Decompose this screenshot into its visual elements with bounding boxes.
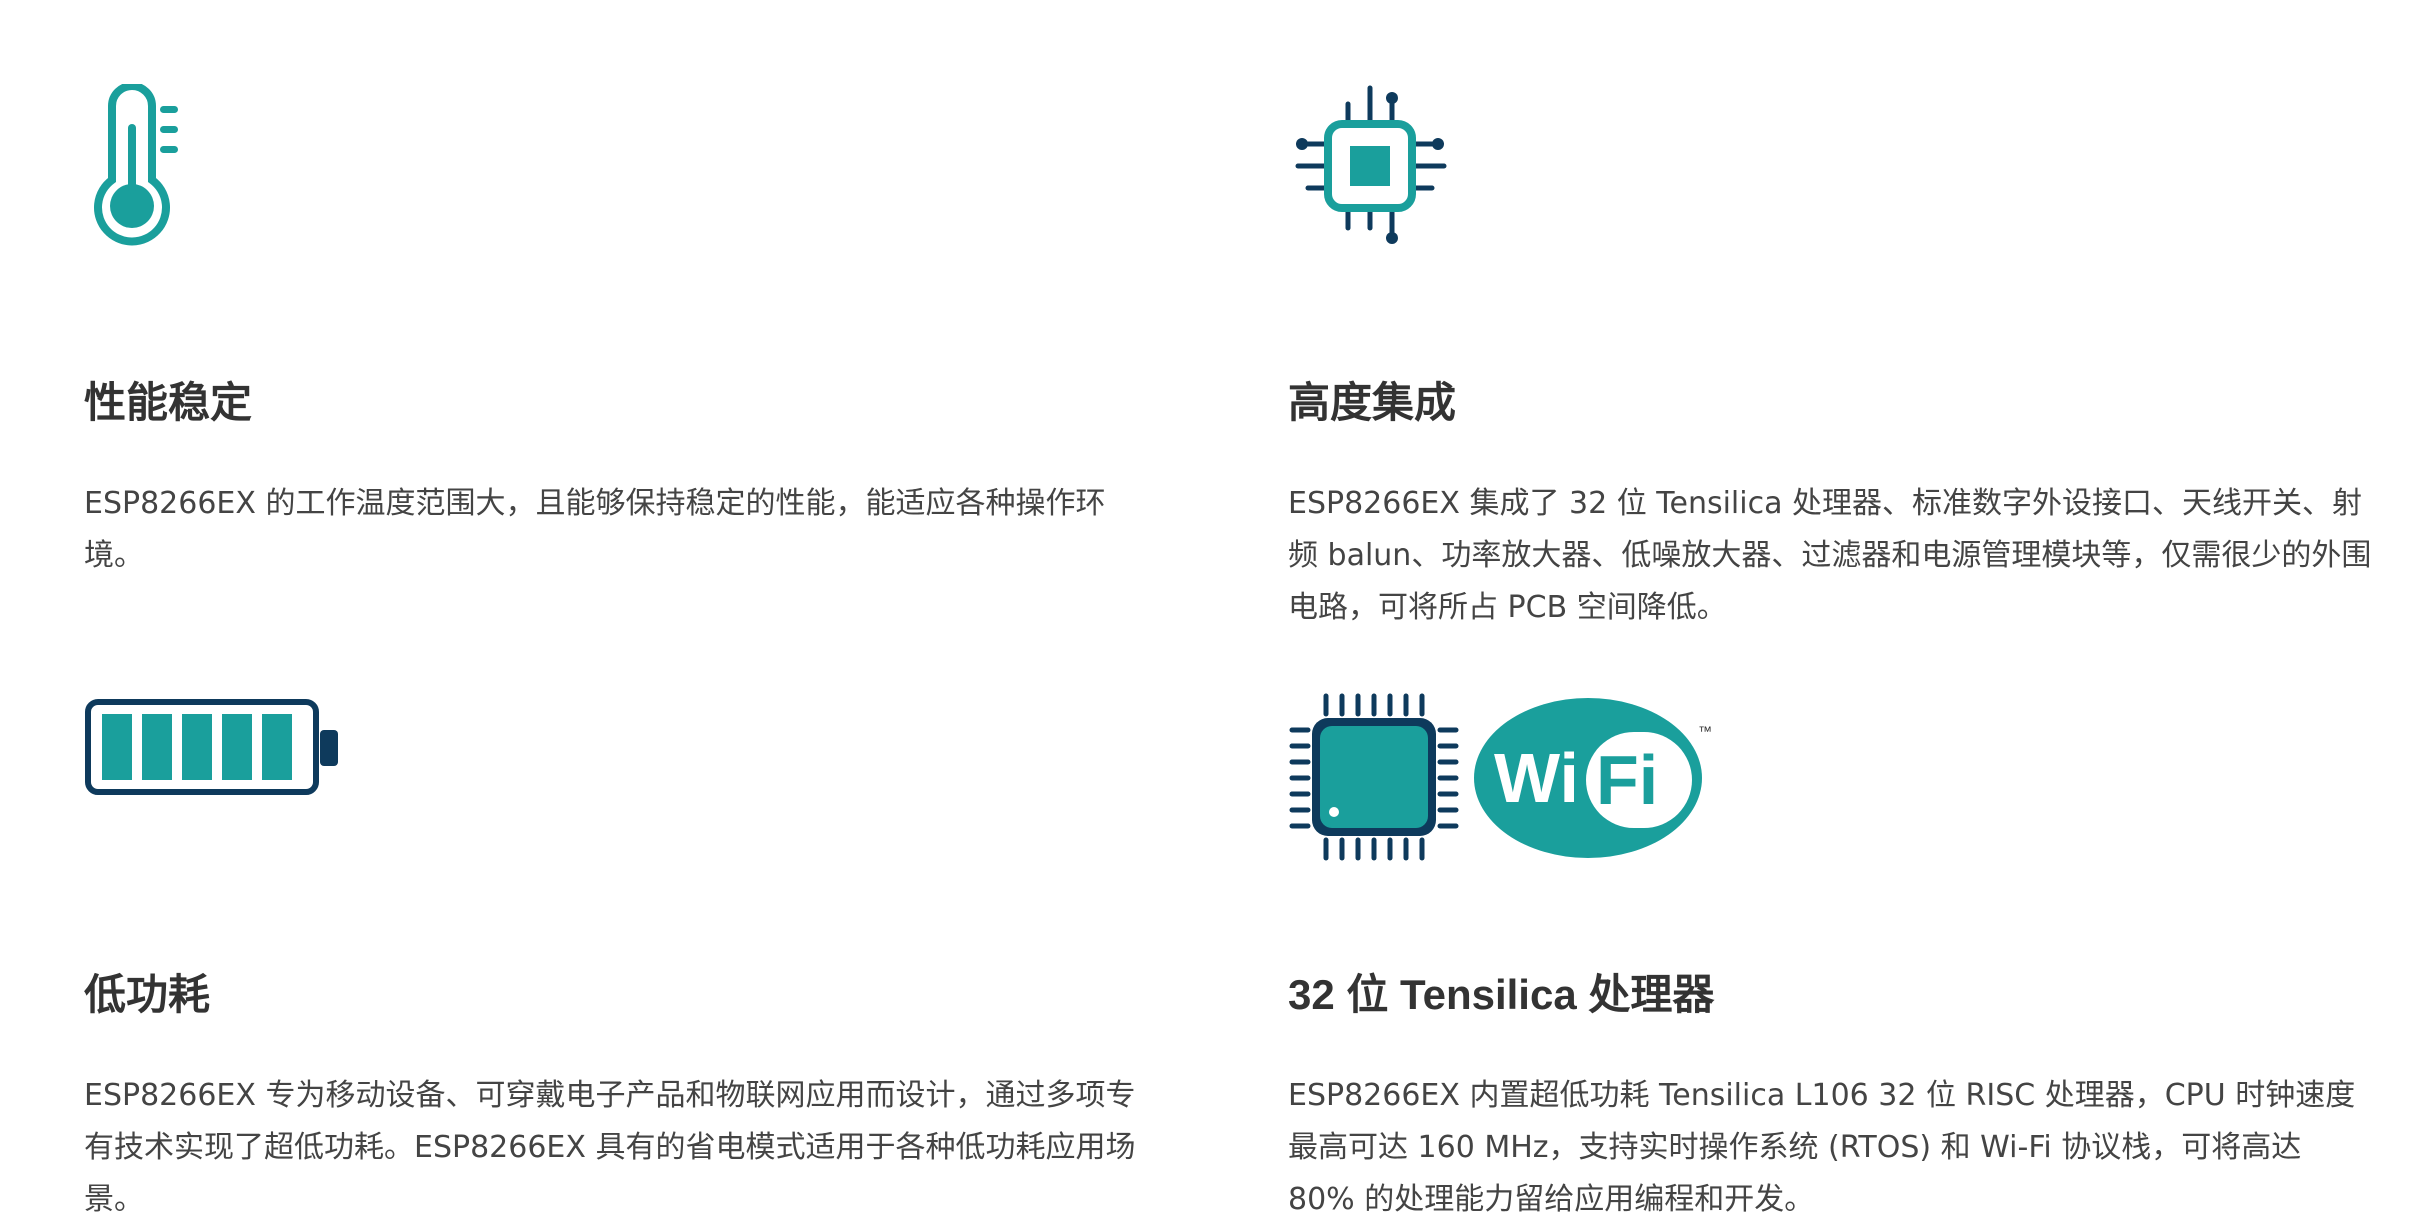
- feature-low-power: 低功耗 ESP8266EX 专为移动设备、可穿戴电子产品和物联网应用而设计，通过…: [84, 692, 1164, 1226]
- feature-title: 低功耗: [84, 971, 211, 1018]
- features-grid: 性能稳定 ESP8266EX 的工作温度范围大，且能够保持稳定的性能，能适应各种…: [0, 0, 2434, 1225]
- thermometer-icon: [84, 84, 1164, 254]
- processor-icon: [1289, 693, 1459, 861]
- feature-high-integration: 高度集成 ESP8266EX 集成了 32 位 Tensilica 处理器、标准…: [1288, 84, 2371, 634]
- feature-description: ESP8266EX 集成了 32 位 Tensilica 处理器、标准数字外设接…: [1288, 486, 2372, 626]
- processor-wifi-icon: Wi Fi ™: [1288, 692, 2368, 862]
- svg-text:Fi: Fi: [1596, 741, 1658, 819]
- feature-description: ESP8266EX 专为移动设备、可穿戴电子产品和物联网应用而设计，通过多项专有…: [84, 1078, 1136, 1218]
- battery-icon: [84, 692, 1164, 862]
- svg-text:Wi: Wi: [1494, 739, 1579, 817]
- wifi-logo: Wi Fi ™: [1474, 698, 1712, 858]
- chip-icon: [1288, 84, 2368, 254]
- feature-description: ESP8266EX 的工作温度范围大，且能够保持稳定的性能，能适应各种操作环境。: [84, 486, 1106, 574]
- feature-title: 性能稳定: [84, 379, 253, 426]
- feature-tensilica-processor: Wi Fi ™ 32 位 Tensilica 处理器 ESP8266EX 内置超…: [1288, 692, 2368, 1226]
- feature-title: 高度集成: [1288, 379, 1457, 426]
- feature-stable-performance: 性能稳定 ESP8266EX 的工作温度范围大，且能够保持稳定的性能，能适应各种…: [84, 84, 1164, 582]
- svg-text:™: ™: [1698, 723, 1712, 739]
- feature-description: ESP8266EX 内置超低功耗 Tensilica L106 32 位 RIS…: [1288, 1078, 2356, 1218]
- feature-title: 32 位 Tensilica 处理器: [1288, 971, 1715, 1018]
